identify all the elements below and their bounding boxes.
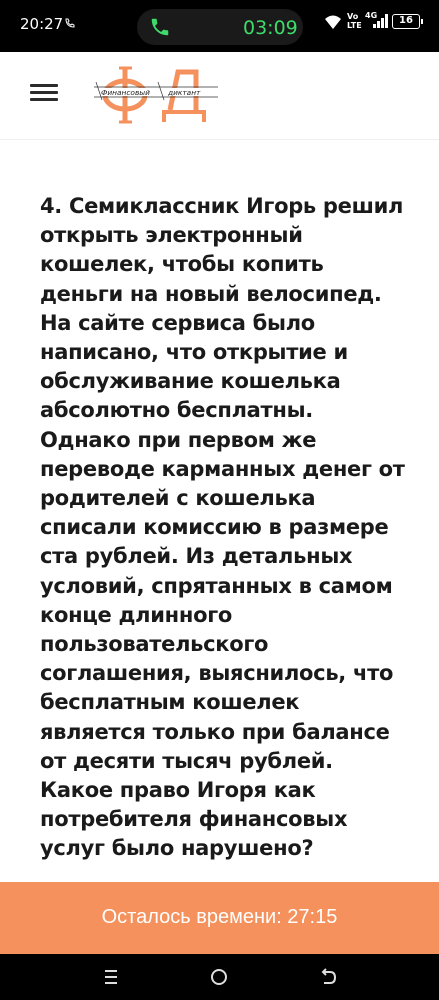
wifi-icon [325,15,341,29]
call-forward-icon [65,18,75,28]
status-time: 20:27 [20,15,64,33]
home-icon[interactable] [206,964,232,990]
question-text: 4. Семиклассник Игорь решил открыть элек… [40,194,405,861]
app-header: Финансовый диктант [0,52,439,140]
hamburger-icon[interactable] [30,80,64,106]
ongoing-call-pill[interactable]: 03:09 [137,9,303,45]
call-timer: 03:09 [243,17,298,39]
battery-icon: 16 [392,14,423,29]
recents-icon[interactable] [98,964,124,990]
battery-level: 16 [399,15,413,26]
logo-caption-left: Финансовый [101,88,150,97]
volte-indicator: Vo LTE [347,12,362,30]
time-remaining-label: Осталось времени: 27:15 [101,906,338,928]
status-bar: 20:27 03:09 Vo LTE 4G 16 [0,0,439,52]
logo-caption-right: диктант [167,88,201,97]
phone-icon [151,18,169,36]
back-icon[interactable] [315,964,341,990]
system-navigation-bar [0,954,439,1000]
signal-icon [373,14,388,28]
time-remaining-bar: Осталось времени: 27:15 [0,882,439,954]
financial-dictation-logo[interactable]: Финансовый диктант [92,60,222,130]
